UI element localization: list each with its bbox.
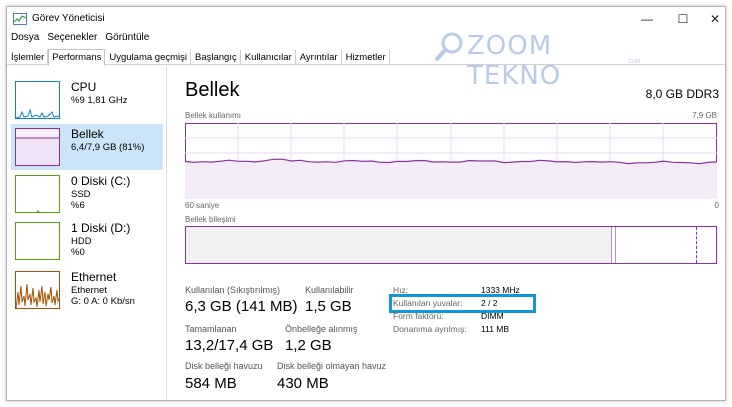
sidebar-disk0-type: SSD (71, 189, 91, 200)
title-bar[interactable]: Görev Yöneticisi — ☐ ✕ (7, 7, 725, 31)
memory-usage-graph (185, 123, 717, 199)
close-icon: ✕ (709, 12, 721, 26)
sidebar-disk0-usage: %6 (71, 200, 85, 211)
maximize-button[interactable]: ☐ (667, 7, 699, 31)
paged-pool-value: 584 MB (185, 375, 237, 392)
sidebar-item-disk1[interactable]: 1 Diski (D:) HDD %0 (11, 218, 163, 264)
cached-value: 1,2 GB (285, 337, 332, 354)
tab-app-history[interactable]: Uygulama geçmişi (105, 49, 191, 65)
composition-label: Bellek bileşimi (185, 215, 236, 224)
tab-performance[interactable]: Performans (48, 49, 106, 66)
sidebar-disk1-type: HDD (71, 236, 92, 247)
sidebar-ethernet-name: Ethernet (71, 270, 117, 284)
committed-value: 13,2/17,4 GB (185, 337, 274, 354)
usage-graph-label: Bellek kullanımı (185, 111, 242, 120)
tab-details[interactable]: Ayrıntılar (296, 49, 342, 65)
ethernet-thumbnail-graph (15, 271, 60, 309)
tab-services[interactable]: Hizmetler (342, 49, 390, 65)
sidebar-cpu-name: CPU (71, 80, 97, 94)
composition-modified (615, 227, 616, 263)
tab-bar: İşlemler Performans Uygulama geçmişi Baş… (7, 49, 725, 66)
time-axis-start: 60 saniye (185, 201, 220, 210)
nonpaged-pool-value: 430 MB (277, 375, 329, 392)
tab-startup[interactable]: Başlangıç (191, 49, 241, 65)
sidebar-disk0-name: 0 Diski (C:) (71, 174, 131, 188)
in-use-label: Kullanılan (Sıkıştırılmış) (185, 285, 281, 295)
composition-standby (696, 227, 697, 263)
memory-composition-bar (185, 226, 717, 264)
sidebar-item-memory[interactable]: Bellek 6,4/7,9 GB (81%) (11, 124, 163, 170)
sidebar-disk1-name: 1 Diski (D:) (71, 221, 131, 235)
memory-thumbnail-graph (15, 128, 60, 166)
sidebar-item-cpu[interactable]: CPU %9 1,81 GHz (11, 77, 163, 123)
minimize-icon: — (641, 12, 653, 26)
sidebar-memory-detail: 6,4/7,9 GB (81%) (71, 142, 145, 153)
available-label: Kullanılabilir (305, 285, 354, 295)
sidebar-item-disk0[interactable]: 0 Diski (C:) SSD %6 (11, 171, 163, 217)
sidebar-disk1-usage: %0 (71, 247, 85, 258)
available-value: 1,5 GB (305, 298, 352, 315)
maximize-icon: ☐ (677, 12, 689, 26)
committed-label: Tamamlanan (185, 324, 237, 334)
usage-graph-max: 7,9 GB (692, 111, 717, 120)
sidebar-ethernet-throughput: G: 0 A: 0 Kb/sn (71, 296, 135, 307)
cached-label: Önbelleğe alınmış (285, 324, 358, 334)
cpu-thumbnail-graph (15, 81, 60, 119)
in-use-value: 6,3 GB (141 MB) (185, 298, 298, 315)
tab-processes[interactable]: İşlemler (7, 49, 49, 65)
memory-sparkline (16, 137, 59, 165)
cpu-sparkline (16, 108, 59, 118)
disk1-thumbnail-graph (15, 222, 60, 260)
task-manager-window: Görev Yöneticisi — ☐ ✕ Dosya Seçenekler … (6, 6, 726, 401)
nonpaged-pool-label: Disk belleği olmayan havuz (277, 361, 387, 371)
sidebar-cpu-detail: %9 1,81 GHz (71, 95, 128, 106)
menu-file[interactable]: Dosya (7, 31, 43, 47)
memory-spec: 8,0 GB DDR3 (645, 87, 719, 101)
close-button[interactable]: ✕ (699, 7, 725, 31)
sidebar-ethernet-type: Ethernet (71, 285, 107, 296)
time-axis-end: 0 (714, 201, 719, 210)
disk0-thumbnail-graph (15, 175, 60, 213)
performance-sidebar: CPU %9 1,81 GHz Bellek 6,4/7,9 GB (81%) … (7, 67, 167, 400)
tab-users[interactable]: Kullanıcılar (241, 49, 296, 65)
sidebar-item-ethernet[interactable]: Ethernet Ethernet G: 0 A: 0 Kb/sn (11, 267, 163, 313)
hardware-reserved-value: 111 MB (481, 324, 510, 334)
task-manager-icon (13, 13, 27, 25)
sidebar-memory-name: Bellek (71, 127, 104, 141)
minimize-button[interactable]: — (631, 7, 663, 31)
hardware-reserved-label: Donanıma ayrılmış: (393, 324, 467, 334)
slots-highlight-box (389, 294, 536, 313)
menu-view[interactable]: Görüntüle (101, 31, 153, 47)
composition-in-use (186, 227, 612, 263)
menu-options[interactable]: Seçenekler (43, 31, 101, 47)
disk0-sparkline (36, 210, 40, 212)
memory-usage-area (185, 159, 717, 199)
memory-detail-panel: Bellek 8,0 GB DDR3 Bellek kullanımı 7,9 … (177, 67, 725, 400)
ethernet-sparkline (16, 283, 59, 308)
page-title: Bellek (185, 79, 240, 101)
paged-pool-label: Disk belleği havuzu (185, 361, 263, 371)
window-title: Görev Yöneticisi (32, 13, 105, 24)
